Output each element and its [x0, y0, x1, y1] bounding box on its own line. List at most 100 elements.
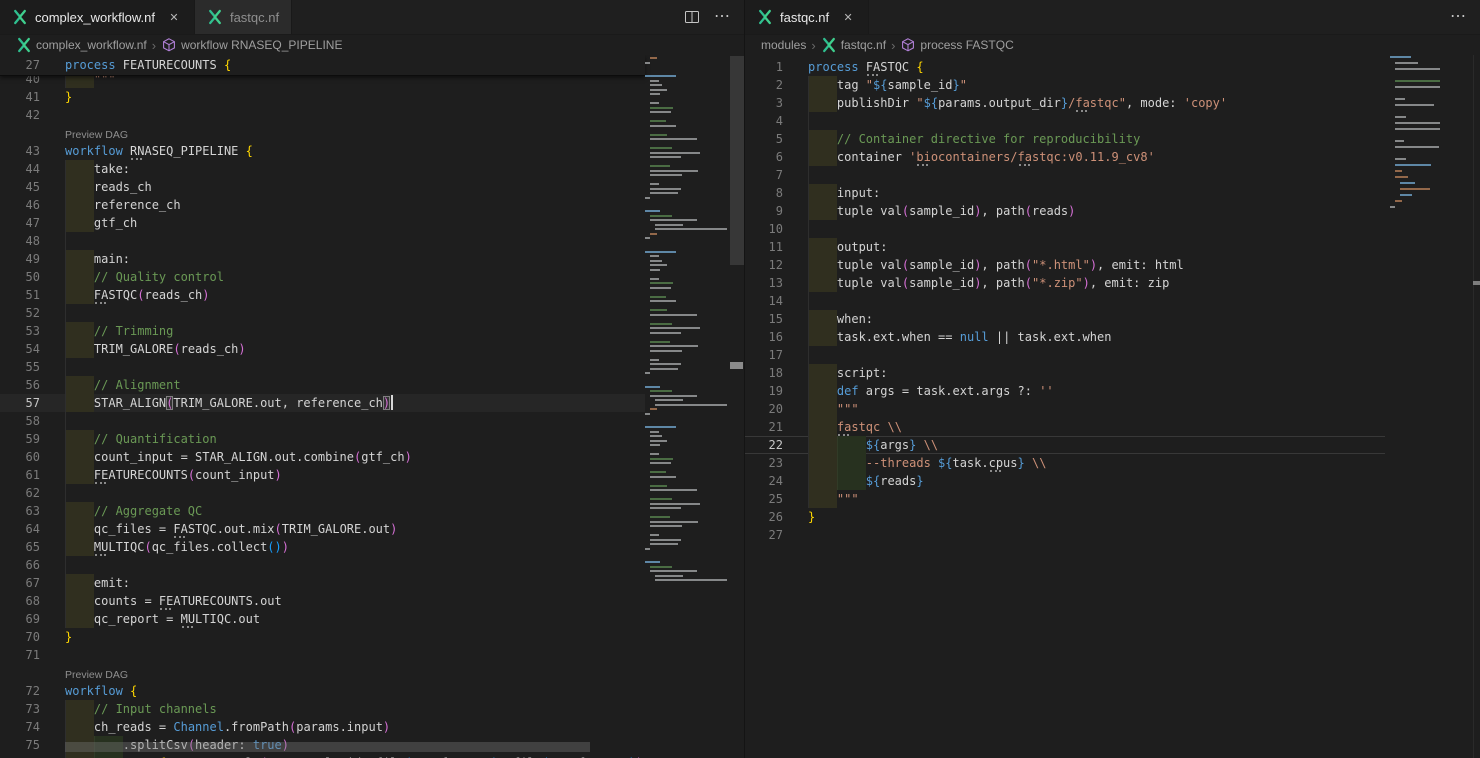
code-line[interactable]: 9tuple val(sample_id), path(reads)	[745, 202, 1385, 220]
code-line[interactable]: 46 reference_ch	[0, 196, 645, 214]
more-actions-icon[interactable]: ⋯	[714, 9, 730, 25]
code-line[interactable]: 11output:	[745, 238, 1385, 256]
code-line[interactable]: 70}	[0, 628, 645, 646]
code-line[interactable]: 55	[0, 358, 645, 376]
code-line[interactable]: 17	[745, 346, 1385, 364]
code-line[interactable]: 23--threads ${task.cpus} \\	[745, 454, 1385, 472]
code-line[interactable]: 27process FEATURECOUNTS {	[0, 56, 645, 74]
codelens-preview-dag[interactable]: Preview DAG	[65, 664, 128, 681]
scrollbar-track[interactable]	[1473, 55, 1474, 758]
line-text: reference_ch	[65, 196, 645, 214]
split-editor-icon[interactable]	[684, 9, 700, 25]
code-line[interactable]: 60count_input = STAR_ALIGN.out.combine(g…	[0, 448, 645, 466]
close-icon[interactable]: ✕	[840, 9, 856, 25]
code-line[interactable]: 66	[0, 556, 645, 574]
code-line[interactable]: 51FASTQC(reads_ch)	[0, 286, 645, 304]
code-line[interactable]: 18script:	[745, 364, 1385, 382]
code-line[interactable]: 27	[745, 526, 1385, 544]
code-line[interactable]: 24${reads}	[745, 472, 1385, 490]
code-line[interactable]: 76.map { row -> tuple(row.sample_id, fil…	[0, 754, 645, 758]
minimap-left[interactable]	[645, 57, 728, 758]
minimap-bar	[650, 102, 659, 104]
code-line[interactable]: 43workflow RNASEQ_PIPELINE {	[0, 142, 645, 160]
code-line[interactable]: 63// Aggregate QC	[0, 502, 645, 520]
code-line[interactable]: 22${args} \\	[745, 436, 1385, 454]
code-line[interactable]: 16task.ext.when == null || task.ext.when	[745, 328, 1385, 346]
breadcrumb-item-file[interactable]: fastqc.nf	[821, 37, 886, 53]
code-line[interactable]: 50// Quality control	[0, 268, 645, 286]
breadcrumb-item-folder[interactable]: modules	[761, 38, 806, 52]
code-line[interactable]: 59// Quantification	[0, 430, 645, 448]
code-line[interactable]: 10	[745, 220, 1385, 238]
codelens-row[interactable]: Preview DAG	[0, 124, 645, 142]
code-token: )	[405, 450, 412, 464]
breadcrumb-label: process FASTQC	[920, 38, 1013, 52]
code-line[interactable]: 7	[745, 166, 1385, 184]
code-line[interactable]: 25"""	[745, 490, 1385, 508]
minimap-bar	[645, 413, 650, 415]
code-line[interactable]: 19def args = task.ext.args ?: ''	[745, 382, 1385, 400]
code-line[interactable]: 54TRIM_GALORE(reads_ch)	[0, 340, 645, 358]
code-line[interactable]: 45reads_ch	[0, 178, 645, 196]
code-line[interactable]: 65MULTIQC(qc_files.collect())	[0, 538, 645, 556]
close-icon[interactable]: ✕	[166, 9, 182, 25]
code-line[interactable]: 1process FASTQC {	[745, 58, 1385, 76]
code-line[interactable]: 44take:	[0, 160, 645, 178]
code-line[interactable]: 26}	[745, 508, 1385, 526]
code-token: }	[808, 510, 815, 524]
code-line[interactable]: 13tuple val(sample_id), path("*.zip"), e…	[745, 274, 1385, 292]
breadcrumb-item-symbol[interactable]: workflow RNASEQ_PIPELINE	[161, 37, 342, 53]
code-line[interactable]: 62	[0, 484, 645, 502]
line-text: main:	[65, 250, 645, 268]
code-line[interactable]: 42	[0, 106, 645, 124]
minimap-right[interactable]	[1390, 56, 1440, 758]
horizontal-scrollbar-thumb[interactable]	[65, 742, 590, 752]
codelens-preview-dag[interactable]: Preview DAG	[65, 124, 128, 141]
code-line[interactable]: 20"""	[745, 400, 1385, 418]
code-line[interactable]: 14	[745, 292, 1385, 310]
minimap-bar	[650, 539, 681, 541]
code-line[interactable]: 3publishDir "${params.output_dir}/fastqc…	[745, 94, 1385, 112]
code-line[interactable]: 74ch_reads = Channel.fromPath(params.inp…	[0, 718, 645, 736]
code-token: count_input	[195, 468, 274, 482]
code-editor-left[interactable]: 40"""41}42Preview DAG43workflow RNASEQ_P…	[0, 55, 744, 758]
breadcrumb-item-symbol[interactable]: process FASTQC	[900, 37, 1013, 53]
vertical-scrollbar-thumb[interactable]	[730, 56, 744, 265]
code-line[interactable]: 61FEATURECOUNTS(count_input)	[0, 466, 645, 484]
code-line[interactable]: 64qc_files = FASTQC.out.mix(TRIM_GALORE.…	[0, 520, 645, 538]
codelens-row[interactable]: Preview DAG	[0, 664, 645, 682]
code-line[interactable]: 53// Trimming	[0, 322, 645, 340]
line-number: 46	[0, 196, 40, 214]
nextflow-file-icon	[757, 9, 773, 25]
line-text: counts = FEATURECOUNTS.out	[65, 592, 645, 610]
code-line[interactable]: 72workflow {	[0, 682, 645, 700]
tab-fastqc-right[interactable]: fastqc.nf ✕	[745, 0, 869, 34]
code-line[interactable]: 71	[0, 646, 645, 664]
code-line[interactable]: 15when:	[745, 310, 1385, 328]
code-line[interactable]: 49main:	[0, 250, 645, 268]
code-line[interactable]: 6container 'biocontainers/fastqc:v0.11.9…	[745, 148, 1385, 166]
code-line[interactable]: 4	[745, 112, 1385, 130]
code-line[interactable]: 52	[0, 304, 645, 322]
more-actions-icon[interactable]: ⋯	[1450, 9, 1466, 25]
code-line[interactable]: 73// Input channels	[0, 700, 645, 718]
code-line[interactable]: 69qc_report = MULTIQC.out	[0, 610, 645, 628]
code-line[interactable]: 21fastqc \\	[745, 418, 1385, 436]
code-line[interactable]: 68counts = FEATURECOUNTS.out	[0, 592, 645, 610]
breadcrumb-item-file[interactable]: complex_workflow.nf	[16, 37, 147, 53]
code-line[interactable]: 58	[0, 412, 645, 430]
tab-complex-workflow[interactable]: complex_workflow.nf ✕	[0, 0, 195, 34]
code-line[interactable]: 47gtf_ch	[0, 214, 645, 232]
code-line[interactable]: 5// Container directive for reproducibil…	[745, 130, 1385, 148]
tab-fastqc-left[interactable]: fastqc.nf	[195, 0, 292, 34]
code-line[interactable]: 2tag "${sample_id}"	[745, 76, 1385, 94]
code-line[interactable]: 41}	[0, 88, 645, 106]
code-line[interactable]: 67emit:	[0, 574, 645, 592]
code-line[interactable]: 48	[0, 232, 645, 250]
code-line[interactable]: 12tuple val(sample_id), path("*.html"), …	[745, 256, 1385, 274]
code-line[interactable]: 8input:	[745, 184, 1385, 202]
code-editor-right[interactable]: 1process FASTQC {2tag "${sample_id}"3pub…	[745, 55, 1480, 758]
code-line[interactable]: 56// Alignment	[0, 376, 645, 394]
code-line[interactable]: 57STAR_ALIGN(TRIM_GALORE.out, reference_…	[0, 394, 645, 412]
sticky-scroll-header[interactable]: 27process FEATURECOUNTS {	[0, 55, 645, 76]
